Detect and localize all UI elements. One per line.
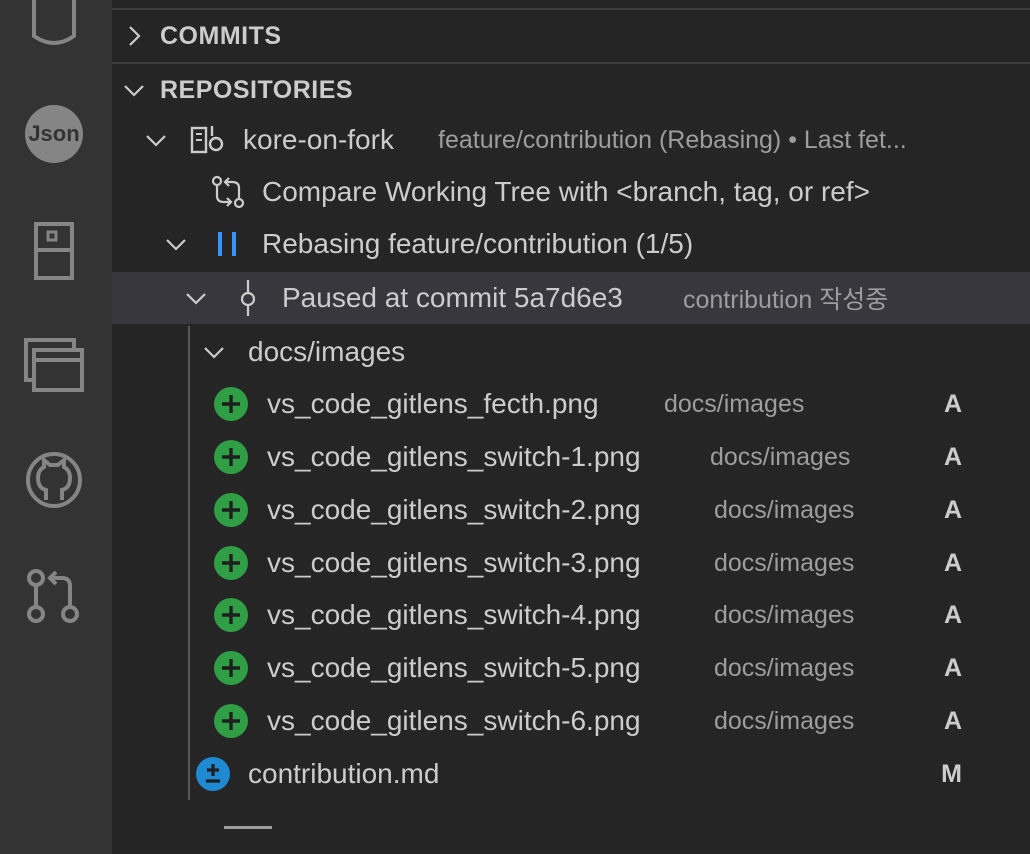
added-icon: [214, 651, 248, 685]
modified-icon: [196, 757, 230, 791]
repository-name: kore-on-fork: [243, 124, 394, 155]
file-path: docs/images: [710, 442, 851, 471]
file-status: M: [941, 759, 962, 788]
file-item[interactable]: vs_code_gitlens_switch-1.png docs/images A: [112, 431, 1030, 483]
file-name: contribution.md: [248, 758, 440, 789]
chevron-down-icon: [166, 239, 186, 251]
file-path: docs/images: [664, 389, 805, 418]
added-icon: [214, 598, 248, 632]
added-icon: [214, 440, 248, 474]
file-name: vs_code_gitlens_switch-5.png: [267, 652, 641, 683]
activity-bar: Json: [0, 0, 112, 854]
file-name: vs_code_gitlens_fecth.png: [267, 388, 599, 419]
file-item[interactable]: vs_code_gitlens_fecth.png docs/images A: [112, 378, 1030, 430]
section-header-repositories[interactable]: REPOSITORIES: [112, 64, 1030, 116]
file-status: A: [943, 389, 962, 418]
file-path: docs/images: [714, 706, 855, 735]
added-icon: [214, 493, 248, 527]
paused-commit-item[interactable]: Paused at commit 5a7d6e3 contribution 작성…: [112, 272, 1030, 324]
database-icon[interactable]: [24, 0, 84, 50]
section-title: REPOSITORIES: [160, 75, 354, 104]
added-icon: [214, 387, 248, 421]
repo-icon: [190, 126, 224, 154]
section-header-commits[interactable]: COMMITS: [112, 10, 1030, 62]
file-path: docs/images: [714, 600, 855, 629]
file-item[interactable]: vs_code_gitlens_switch-4.png docs/images A: [112, 589, 1030, 641]
file-status: A: [943, 706, 962, 735]
file-name: vs_code_gitlens_switch-4.png: [267, 599, 641, 630]
file-item[interactable]: vs_code_gitlens_switch-3.png docs/images A: [112, 537, 1030, 589]
folder-item[interactable]: docs/images: [112, 326, 1030, 378]
bookmark-icon[interactable]: [24, 222, 84, 282]
chevron-down-icon: [186, 293, 206, 305]
chevron-down-icon: [146, 135, 166, 147]
chevron-down-icon: [124, 85, 144, 97]
added-icon: [214, 546, 248, 580]
file-path: docs/images: [714, 548, 855, 577]
json-icon-label: Json: [28, 121, 80, 146]
repository-item[interactable]: kore-on-fork feature/contribution (Rebas…: [112, 114, 1030, 166]
pull-request-icon[interactable]: [24, 566, 84, 626]
paused-description: contribution 작성중: [683, 286, 889, 314]
rebasing-item[interactable]: Rebasing feature/contribution (1/5): [112, 218, 1030, 270]
gitlens-side-panel: COMMITS REPOSITORIES kore-on-fork featur…: [112, 0, 1030, 854]
file-status: A: [943, 548, 962, 577]
chevron-down-icon: [204, 347, 224, 359]
compare-working-tree-item[interactable]: Compare Working Tree with <branch, tag, …: [112, 166, 1030, 218]
chevron-right-icon: [129, 26, 141, 46]
file-name: vs_code_gitlens_switch-1.png: [267, 441, 641, 472]
file-name: vs_code_gitlens_switch-2.png: [267, 494, 641, 525]
file-name: vs_code_gitlens_switch-6.png: [267, 705, 641, 736]
file-name: vs_code_gitlens_switch-3.png: [267, 547, 641, 578]
rebasing-label: Rebasing feature/contribution (1/5): [262, 228, 694, 259]
file-item[interactable]: vs_code_gitlens_switch-6.png docs/images A: [112, 695, 1030, 747]
json-icon[interactable]: Json: [24, 104, 84, 164]
folder-label: docs/images: [248, 336, 406, 367]
file-status: A: [943, 495, 962, 524]
file-status: A: [943, 442, 962, 471]
file-path: docs/images: [714, 653, 855, 682]
file-path: docs/images: [714, 495, 855, 524]
scroll-indicator: [224, 826, 272, 829]
section-title: COMMITS: [160, 21, 282, 50]
commit-icon: [240, 280, 256, 316]
compare-label: Compare Working Tree with <branch, tag, …: [262, 176, 870, 207]
file-status: A: [943, 653, 962, 682]
file-status: A: [943, 600, 962, 629]
file-item[interactable]: vs_code_gitlens_switch-5.png docs/images A: [112, 642, 1030, 694]
file-item-modified[interactable]: contribution.md M: [112, 748, 1030, 800]
repository-description: feature/contribution (Rebasing) • Last f…: [438, 125, 907, 154]
paused-label: Paused at commit 5a7d6e3: [282, 282, 623, 313]
added-icon: [214, 704, 248, 738]
github-icon[interactable]: [24, 450, 84, 510]
compare-icon: [211, 175, 245, 209]
file-item[interactable]: vs_code_gitlens_switch-2.png docs/images A: [112, 484, 1030, 536]
pause-icon: [218, 232, 236, 256]
windows-icon[interactable]: [24, 336, 84, 396]
